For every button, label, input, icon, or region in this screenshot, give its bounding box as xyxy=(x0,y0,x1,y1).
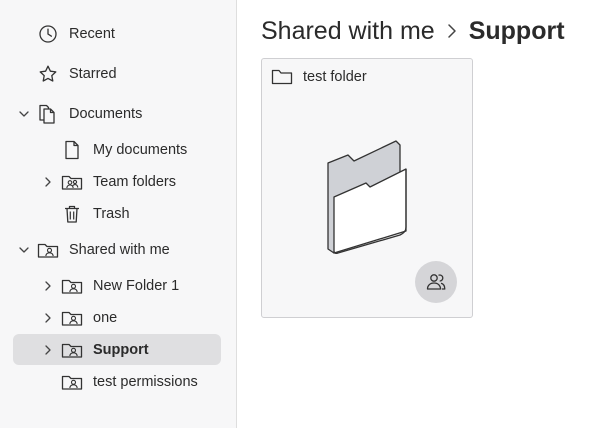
folder-illustration-icon xyxy=(324,139,410,259)
breadcrumb-parent[interactable]: Shared with me xyxy=(261,17,435,46)
sidebar-item-label: Documents xyxy=(69,105,143,122)
breadcrumb: Shared with me Support xyxy=(261,14,565,48)
shared-folder-icon xyxy=(37,239,59,261)
sidebar-item-team-folders[interactable]: Team folders xyxy=(13,166,221,197)
sidebar-item-new-folder-1[interactable]: New Folder 1 xyxy=(13,270,221,301)
chevron-right-icon[interactable] xyxy=(41,311,55,325)
folder-card-header: test folder xyxy=(271,68,367,86)
sidebar-item-recent[interactable]: Recent xyxy=(13,18,221,49)
sidebar-item-shared-with-me[interactable]: Shared with me xyxy=(13,234,221,265)
main-content: Shared with me Support test folder xyxy=(238,0,615,428)
sidebar-item-support[interactable]: Support xyxy=(13,334,221,365)
sidebar-item-label: Team folders xyxy=(93,173,177,190)
sidebar-item-label: Trash xyxy=(93,205,130,222)
chevron-down-icon[interactable] xyxy=(17,107,31,121)
document-icon xyxy=(61,139,83,161)
sidebar-item-documents[interactable]: Documents xyxy=(13,98,221,129)
folder-outline-icon xyxy=(271,68,293,86)
sidebar-item-test-permissions[interactable]: test permissions xyxy=(13,366,221,397)
shared-folder-icon xyxy=(61,339,83,361)
sidebar-item-label: Recent xyxy=(69,25,115,42)
folder-card-title: test folder xyxy=(303,69,367,85)
breadcrumb-current: Support xyxy=(468,16,565,45)
sidebar-item-label: test permissions xyxy=(93,373,198,390)
chevron-down-icon[interactable] xyxy=(17,243,31,257)
chevron-right-icon[interactable] xyxy=(41,279,55,293)
shared-folder-icon xyxy=(61,307,83,329)
sidebar-item-label: Support xyxy=(93,341,149,358)
shared-folder-icon xyxy=(61,371,83,393)
trash-icon xyxy=(61,203,83,225)
chevron-right-icon[interactable] xyxy=(41,343,55,357)
clock-icon xyxy=(37,23,59,45)
sidebar-item-label: one xyxy=(93,309,118,326)
sidebar-item-starred[interactable]: Starred xyxy=(13,58,221,89)
sidebar-item-label: Starred xyxy=(69,65,117,82)
sidebar-item-label: New Folder 1 xyxy=(93,277,180,294)
sidebar-item-label: Shared with me xyxy=(69,241,170,258)
sidebar-item-trash[interactable]: Trash xyxy=(13,198,221,229)
chevron-right-icon xyxy=(441,14,463,48)
sidebar-item-my-documents[interactable]: My documents xyxy=(13,134,221,165)
sidebar-item-label: My documents xyxy=(93,141,188,158)
team-folder-icon xyxy=(61,171,83,193)
shared-users-icon xyxy=(415,261,457,303)
star-icon xyxy=(37,63,59,85)
folder-card[interactable]: test folder xyxy=(261,58,473,318)
shared-folder-icon xyxy=(61,275,83,297)
sidebar-item-one[interactable]: one xyxy=(13,302,221,333)
chevron-right-icon[interactable] xyxy=(41,175,55,189)
sidebar: Recent Starred Documents My documents Te… xyxy=(0,0,237,428)
documents-icon xyxy=(37,103,59,125)
